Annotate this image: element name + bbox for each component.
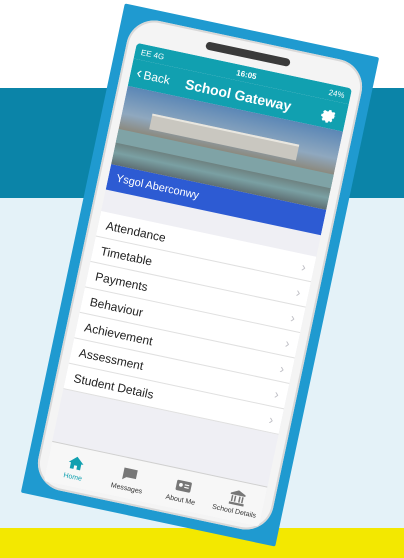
chevron-right-icon: › [294, 284, 303, 301]
tab-home[interactable]: Home [45, 448, 104, 486]
chevron-right-icon: › [289, 309, 297, 326]
menu-item-label: Payments [94, 268, 150, 294]
chevron-right-icon: › [273, 386, 281, 402]
background-band-yellow [0, 528, 404, 558]
building-icon [228, 489, 246, 506]
gear-icon[interactable] [319, 104, 340, 125]
battery-label: 24% [327, 87, 346, 100]
home-icon [68, 456, 84, 470]
tab-label: Messages [110, 481, 143, 496]
tab-about-me[interactable]: About Me [153, 471, 212, 509]
tab-messages[interactable]: Messages [99, 460, 158, 498]
back-label: Back [142, 68, 172, 88]
chat-icon [121, 466, 138, 479]
tab-school-details[interactable]: School Details [206, 483, 265, 521]
chevron-right-icon: › [278, 360, 286, 377]
tab-label: Home [62, 471, 83, 483]
chevron-right-icon: › [300, 259, 308, 275]
chevron-right-icon: › [283, 335, 292, 351]
menu-item-label: Timetable [99, 243, 154, 269]
id-card-icon [175, 479, 192, 493]
chevron-right-icon: › [267, 411, 276, 428]
status-time: 16:05 [235, 67, 258, 81]
carrier-label: EE 4G [140, 47, 166, 62]
back-button[interactable]: ‹ Back [135, 65, 172, 89]
